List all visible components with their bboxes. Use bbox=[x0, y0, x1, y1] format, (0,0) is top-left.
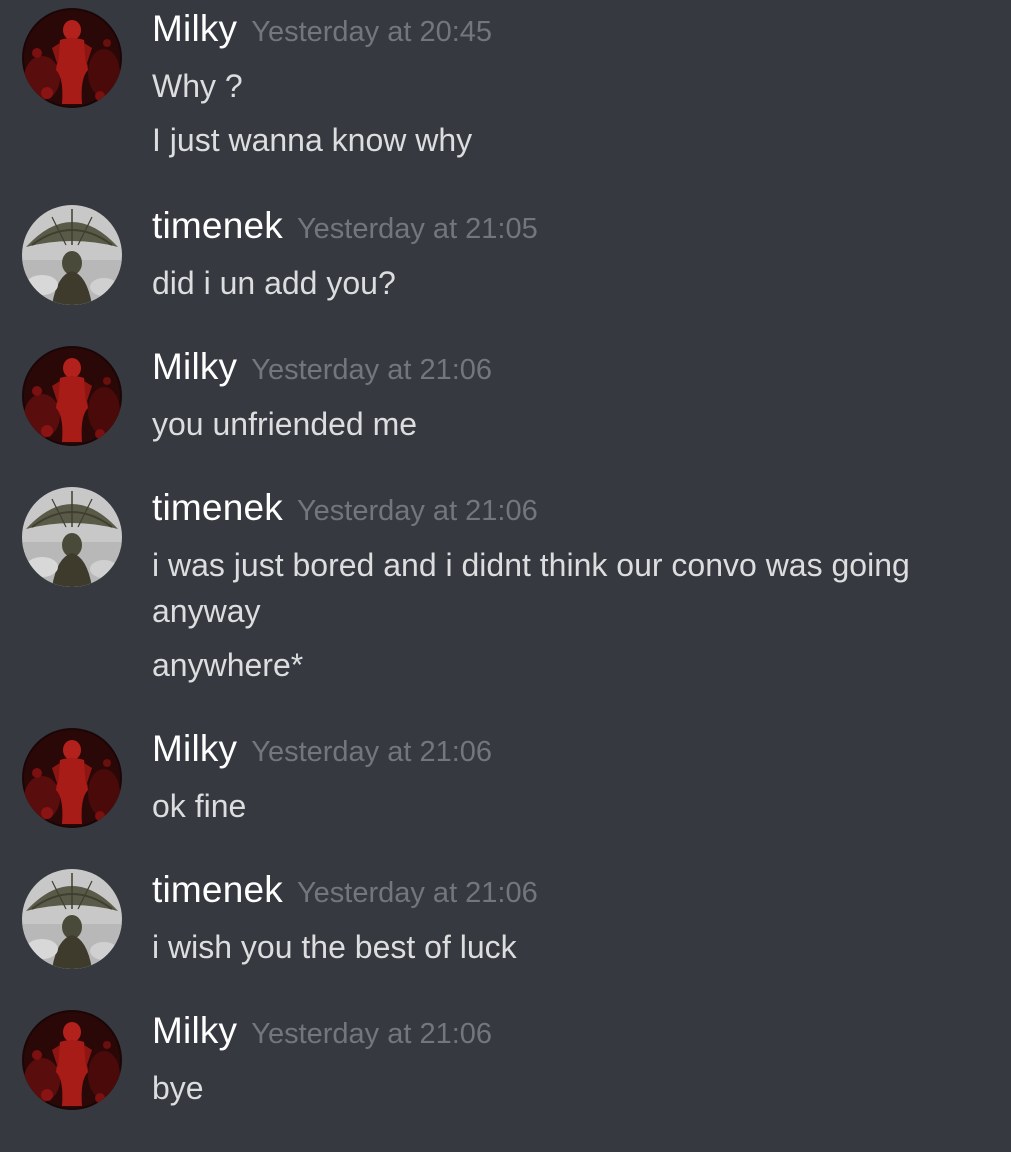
username[interactable]: Milky bbox=[152, 728, 237, 769]
message-content: ok fine bbox=[152, 783, 982, 837]
message-line: did i un add you? bbox=[152, 265, 396, 301]
avatar[interactable] bbox=[22, 346, 122, 446]
username[interactable]: timenek bbox=[152, 869, 283, 910]
message-content: Why ? I just wanna know why bbox=[152, 63, 982, 171]
message-header: Milky Yesterday at 20:45 bbox=[152, 8, 492, 60]
timestamp: Yesterday at 21:06 bbox=[296, 495, 538, 527]
message-header: Milky Yesterday at 21:06 bbox=[152, 1010, 492, 1062]
username[interactable]: Milky bbox=[152, 8, 237, 49]
message-line: you unfriended me bbox=[152, 406, 418, 442]
avatar[interactable] bbox=[22, 487, 122, 587]
message-header: Milky Yesterday at 21:06 bbox=[152, 346, 492, 398]
timestamp: Yesterday at 21:06 bbox=[251, 354, 493, 386]
message-header: Milky Yesterday at 21:06 bbox=[152, 728, 492, 780]
timestamp: Yesterday at 20:45 bbox=[251, 16, 493, 48]
milky-avatar-icon bbox=[22, 728, 122, 828]
message-content: i wish you the best of luck bbox=[152, 924, 982, 978]
timenek-avatar-icon bbox=[22, 869, 122, 969]
milky-avatar-icon bbox=[22, 346, 122, 446]
avatar[interactable] bbox=[22, 205, 122, 305]
avatar[interactable] bbox=[22, 1010, 122, 1110]
username[interactable]: timenek bbox=[152, 205, 283, 246]
message-line: bye bbox=[152, 1070, 204, 1106]
timenek-avatar-icon bbox=[22, 205, 122, 305]
message-content: you unfriended me bbox=[152, 401, 982, 455]
message-header: timenek Yesterday at 21:06 bbox=[152, 487, 538, 539]
avatar[interactable] bbox=[22, 8, 122, 108]
message-header: timenek Yesterday at 21:06 bbox=[152, 869, 538, 921]
timestamp: Yesterday at 21:05 bbox=[296, 213, 538, 245]
message-content: did i un add you? bbox=[152, 260, 982, 314]
message-line: i was just bored and i didnt think our c… bbox=[152, 547, 910, 583]
message-line: ok fine bbox=[152, 788, 247, 824]
timestamp: Yesterday at 21:06 bbox=[251, 736, 493, 768]
timestamp: Yesterday at 21:06 bbox=[251, 1018, 493, 1050]
message-header: timenek Yesterday at 21:05 bbox=[152, 205, 538, 257]
timenek-avatar-icon bbox=[22, 487, 122, 587]
avatar[interactable] bbox=[22, 728, 122, 828]
message-line: I just wanna know why bbox=[152, 122, 473, 158]
message-line: anywhere* bbox=[152, 647, 304, 683]
milky-avatar-icon bbox=[22, 1010, 122, 1110]
milky-avatar-icon bbox=[22, 8, 122, 108]
message-line: i wish you the best of luck bbox=[152, 929, 517, 965]
message-line: Why ? bbox=[152, 68, 243, 104]
chat-messages: Milky Yesterday at 20:45 Why ? I just wan… bbox=[0, 0, 1011, 1152]
message-content: bye bbox=[152, 1065, 982, 1119]
message-line: anyway bbox=[152, 593, 261, 629]
avatar[interactable] bbox=[22, 869, 122, 969]
timestamp: Yesterday at 21:06 bbox=[296, 877, 538, 909]
username[interactable]: timenek bbox=[152, 487, 283, 528]
message-content: i was just bored and i didnt think our c… bbox=[152, 542, 982, 696]
username[interactable]: Milky bbox=[152, 1010, 237, 1051]
username[interactable]: Milky bbox=[152, 346, 237, 387]
